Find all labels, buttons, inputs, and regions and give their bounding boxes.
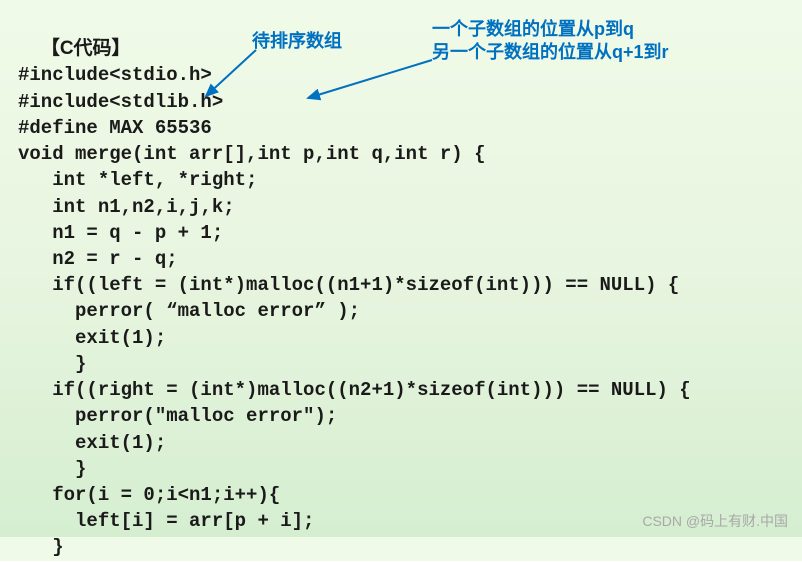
code-line: for(i = 0;i<n1;i++){ [18,484,280,506]
code-line: } [18,458,86,480]
code-block: 【C代码】 #include<stdio.h> #include<stdlib.… [18,10,784,561]
code-line: } [18,353,86,375]
code-line: } [18,536,64,558]
annotation-label-subarray: 一个子数组的位置从p到q 另一个子数组的位置从q+1到r [432,18,669,65]
code-line: perror("malloc error"); [18,405,337,427]
code-line: left[i] = arr[p + i]; [18,510,314,532]
code-line: #include<stdlib.h> [18,91,223,113]
code-line: exit(1); [18,432,166,454]
watermark-text: CSDN @码上有财.中国 [642,511,788,531]
code-line: perror( “malloc error” ); [18,300,360,322]
code-line: void merge(int arr[],int p,int q,int r) … [18,143,485,165]
code-line: n2 = r - q; [18,248,178,270]
code-line: if((left = (int*)malloc((n1+1)*sizeof(in… [18,274,679,296]
code-line: if((right = (int*)malloc((n2+1)*sizeof(i… [18,379,691,401]
code-line: int n1,n2,i,j,k; [18,196,235,218]
code-line: #define MAX 65536 [18,117,212,139]
code-line: int *left, *right; [18,169,257,191]
code-line: exit(1); [18,327,166,349]
annotation-label-array: 待排序数组 [252,30,342,53]
code-line: #include<stdio.h> [18,64,212,86]
code-header: 【C代码】 [41,38,131,59]
code-line: n1 = q - p + 1; [18,222,223,244]
